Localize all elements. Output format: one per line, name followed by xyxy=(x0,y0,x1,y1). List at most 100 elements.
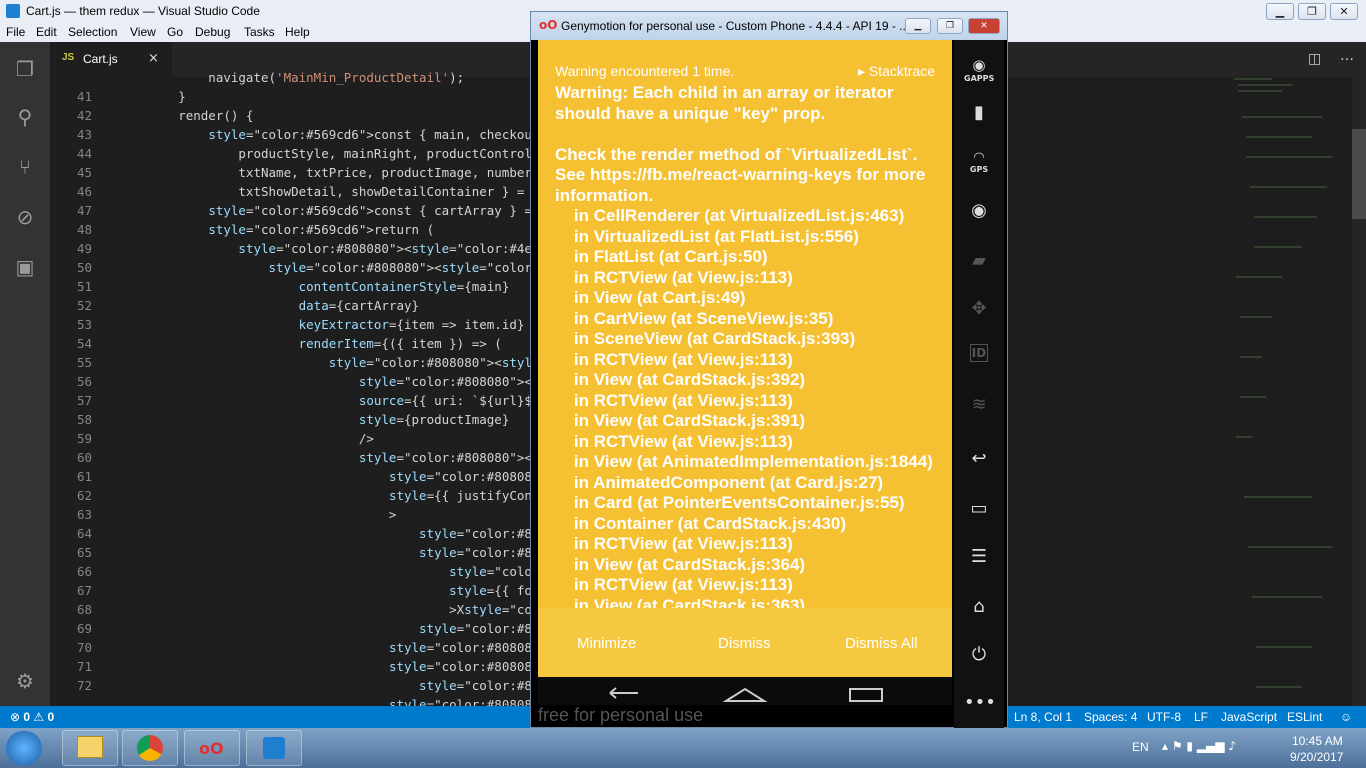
code-line[interactable]: data={cartArray} xyxy=(118,298,419,313)
gapps-label: GAPPS xyxy=(964,74,995,83)
back-icon[interactable]: ↩ xyxy=(964,448,994,469)
line-number: 50 xyxy=(76,260,92,275)
code-line[interactable]: style={{ justifyConter xyxy=(118,488,555,503)
errors-indicator[interactable]: ⊗ 0 ⚠ 0 xyxy=(10,710,54,724)
line-number: 62 xyxy=(76,488,92,503)
minimize-warning-button[interactable]: Minimize xyxy=(577,635,636,652)
maximize-button[interactable]: ❐ xyxy=(1298,3,1326,20)
gps-icon[interactable]: ◠ GPS xyxy=(964,150,994,174)
line-number: 66 xyxy=(76,564,92,579)
menu-icon[interactable]: ☰ xyxy=(964,546,994,567)
code-line[interactable]: style="color:#569cd6">return ( xyxy=(118,222,434,237)
menu-tasks[interactable]: Tasks xyxy=(244,25,275,39)
feedback-icon[interactable]: ☺ xyxy=(1340,710,1352,724)
minimap[interactable] xyxy=(1232,77,1350,706)
js-file-icon: JS xyxy=(62,52,75,63)
code-line[interactable]: txtShowDetail, showDetailContainer } = s… xyxy=(118,184,554,199)
minimize-button[interactable]: ▁ xyxy=(1266,3,1294,20)
line-number: 68 xyxy=(76,602,92,617)
close-button[interactable]: ✕ xyxy=(1330,3,1358,20)
gapps-icon[interactable]: ◉ GAPPS xyxy=(964,56,994,83)
more-actions-icon[interactable]: … xyxy=(1340,48,1354,64)
code-line[interactable]: } xyxy=(118,89,186,104)
code-line[interactable]: contentContainerStyle={main} xyxy=(118,279,510,294)
indentation[interactable]: Spaces: 4 xyxy=(1084,710,1137,724)
capture-icon[interactable]: ▰ xyxy=(964,250,994,271)
id-label: ID xyxy=(969,344,989,362)
menu-debug[interactable]: Debug xyxy=(195,25,230,39)
line-number: 56 xyxy=(76,374,92,389)
code-line[interactable]: style={{ fontF xyxy=(118,583,554,598)
nav-home-icon[interactable] xyxy=(722,687,768,702)
tray-icons[interactable]: ▴ ⚑ ▮ ▂▄▆ ♪ xyxy=(1162,739,1236,753)
scrollbar-thumb[interactable] xyxy=(1352,129,1366,219)
menu-file[interactable]: File xyxy=(6,25,25,39)
menu-help[interactable]: Help xyxy=(285,25,310,39)
editor-scrollbar[interactable] xyxy=(1352,77,1366,706)
encoding[interactable]: UTF-8 xyxy=(1147,710,1181,724)
line-number: 42 xyxy=(76,108,92,123)
code-line[interactable]: txtName, txtPrice, productImage, numberO… xyxy=(118,165,554,180)
code-line[interactable]: productStyle, mainRight, productControll… xyxy=(118,146,554,161)
taskbar-chrome[interactable] xyxy=(122,730,178,766)
line-number: 65 xyxy=(76,545,92,560)
code-line[interactable]: /> xyxy=(118,431,374,446)
device-id-icon[interactable]: ID xyxy=(964,344,994,362)
geny-maximize-button[interactable]: ❐ xyxy=(937,18,963,34)
code-line[interactable]: renderItem={({ item }) => ( xyxy=(118,336,502,351)
code-line[interactable]: render() { xyxy=(118,108,253,123)
extensions-icon[interactable]: ▣ xyxy=(12,254,38,280)
warning-buttons: Minimize Dismiss Dismiss All xyxy=(538,608,952,677)
cursor-position[interactable]: Ln 8, Col 1 xyxy=(1014,710,1072,724)
dismiss-button[interactable]: Dismiss xyxy=(718,635,771,652)
menu-edit[interactable]: Edit xyxy=(36,25,57,39)
line-number: 46 xyxy=(76,184,92,199)
geny-close-button[interactable]: ✕ xyxy=(968,18,1000,34)
dpad-icon[interactable]: ✥ xyxy=(964,298,994,319)
dismiss-all-button[interactable]: Dismiss All xyxy=(845,635,918,652)
menu-selection[interactable]: Selection xyxy=(68,25,117,39)
android-screen[interactable]: Warning encountered 1 time. ▸ Stacktrace… xyxy=(538,40,952,705)
language-indicator[interactable]: EN xyxy=(1132,740,1149,754)
start-button[interactable] xyxy=(6,731,42,765)
recent-apps-icon[interactable]: ▭ xyxy=(964,498,994,519)
warning-count: Warning encountered 1 time. xyxy=(555,63,735,79)
gear-icon[interactable]: ⚙ xyxy=(12,668,38,694)
code-line[interactable]: style={productImage} xyxy=(118,412,510,427)
menu-go[interactable]: Go xyxy=(167,25,183,39)
line-number: 51 xyxy=(76,279,92,294)
taskbar-genymotion[interactable]: oO xyxy=(184,730,240,766)
debug-icon[interactable]: ⊘ xyxy=(12,204,38,230)
geny-minimize-button[interactable]: ▁ xyxy=(905,18,931,34)
power-icon[interactable]: ⏻ xyxy=(964,644,994,665)
clock-time[interactable]: 10:45 AM xyxy=(1292,734,1343,748)
taskbar-vscode[interactable] xyxy=(246,730,302,766)
nav-recents-icon[interactable] xyxy=(849,688,883,702)
code-line[interactable]: navigate('MainMin_ProductDetail'); xyxy=(118,70,464,85)
code-line[interactable]: source={{ uri: `${url}${it xyxy=(118,393,555,408)
code-line[interactable]: keyExtractor={item => item.id} xyxy=(118,317,525,332)
webcam-icon[interactable]: ◉ xyxy=(964,200,994,221)
more-icon[interactable]: ••• xyxy=(964,692,996,713)
home-icon[interactable]: ⌂ xyxy=(964,596,994,617)
warning-message: Warning: Each child in an array or itera… xyxy=(555,83,933,608)
line-number: 67 xyxy=(76,583,92,598)
nav-back-icon[interactable] xyxy=(609,687,638,699)
tab-close-icon[interactable]: × xyxy=(148,51,159,66)
search-icon[interactable]: ⚲ xyxy=(12,104,38,130)
code-line[interactable]: > xyxy=(118,507,397,522)
source-control-icon[interactable]: ⑂ xyxy=(12,154,38,180)
battery-icon[interactable]: ▮ xyxy=(964,102,994,123)
stacktrace-toggle[interactable]: ▸ Stacktrace xyxy=(858,63,935,80)
split-editor-icon[interactable]: ◫ xyxy=(1308,51,1321,67)
genymotion-icon: oO xyxy=(199,739,224,758)
clock-date[interactable]: 9/20/2017 xyxy=(1290,750,1343,764)
taskbar-explorer[interactable] xyxy=(62,730,118,766)
line-number: 53 xyxy=(76,317,92,332)
linter-status[interactable]: ESLint xyxy=(1287,710,1322,724)
explorer-icon[interactable]: ❐ xyxy=(12,56,38,82)
language-mode[interactable]: JavaScript xyxy=(1221,710,1277,724)
network-icon[interactable]: ≋ xyxy=(964,394,994,415)
line-ending[interactable]: LF xyxy=(1194,710,1208,724)
menu-view[interactable]: View xyxy=(130,25,156,39)
